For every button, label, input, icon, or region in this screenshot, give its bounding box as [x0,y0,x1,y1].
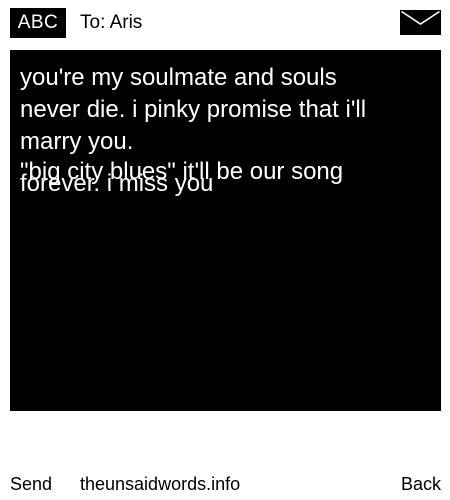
message-line: never die. i pinky promise that i'll [20,96,367,123]
envelope-icon [400,10,441,35]
back-button[interactable]: Back [401,472,441,496]
message-line-overlapping: "big city blues" it'll be our song [20,158,344,185]
message-body[interactable]: you're my soulmate and souls never die. … [10,50,441,411]
recipient-label[interactable]: To: Aris [80,8,142,38]
site-label: theunsaidwords.info [80,474,241,494]
send-button[interactable]: Send [10,472,52,496]
input-mode-badge: ABC [10,8,66,38]
message-line: marry you. [20,128,134,155]
message-line: you're my soulmate and souls [20,64,337,91]
